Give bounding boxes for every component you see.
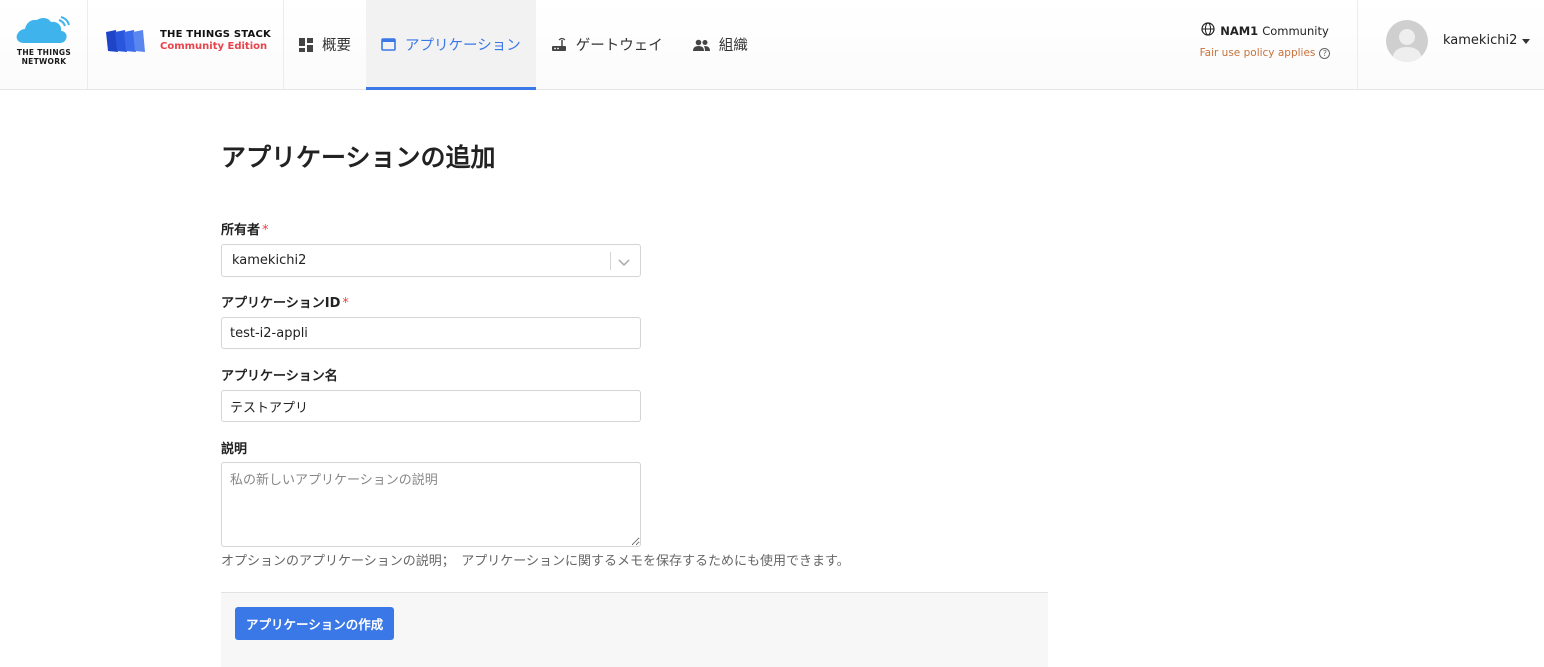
nav-item-overview[interactable]: 概要 — [284, 0, 366, 89]
fair-use-link[interactable]: Fair use policy applies ? — [1190, 47, 1340, 59]
nav-item-applications[interactable]: アプリケーション — [366, 0, 536, 90]
people-icon — [692, 39, 710, 51]
ttn-logo-line2: NETWORK — [21, 57, 67, 66]
app-id-label-text: アプリケーションID — [221, 296, 341, 311]
page-title: アプリケーションの追加 — [221, 143, 496, 172]
submit-bar: アプリケーションの作成 — [221, 592, 1048, 667]
gateway-icon — [551, 37, 567, 52]
caret-down-icon — [1522, 39, 1530, 44]
description-label: 説明 — [221, 442, 248, 457]
username: kamekichi2 — [1443, 33, 1518, 48]
globe-icon — [1201, 22, 1215, 39]
ttn-logo-line1: THE THINGS — [16, 48, 72, 57]
nav-item-organizations[interactable]: 組織 — [678, 0, 763, 89]
cluster-suffix: Community — [1262, 23, 1329, 38]
user-menu[interactable]: kamekichi2 — [1357, 0, 1544, 89]
main-nav: 概要 アプリケーション ゲートウェイ 組織 — [284, 0, 763, 90]
required-mark: * — [262, 223, 269, 238]
tts-edition: Community Edition — [160, 41, 268, 52]
cluster-info: NAM1 Community Fair use policy applies ? — [1190, 22, 1340, 59]
description-hint: オプションのアプリケーションの説明； アプリケーションに関するメモを保存するため… — [221, 554, 850, 569]
owner-label-text: 所有者 — [221, 223, 261, 238]
nav-item-label: ゲートウェイ — [575, 38, 663, 54]
tts-title: THE THINGS STACK — [160, 29, 271, 40]
app-id-input[interactable] — [221, 317, 641, 349]
nav-item-gateways[interactable]: ゲートウェイ — [536, 0, 678, 89]
chevron-down-icon — [618, 256, 630, 271]
nav-item-label: アプリケーション — [405, 38, 521, 54]
required-mark: * — [342, 296, 349, 311]
create-application-button[interactable]: アプリケーションの作成 — [235, 607, 395, 640]
app-id-label: アプリケーションID * — [221, 292, 349, 311]
avatar — [1386, 20, 1428, 62]
application-icon — [381, 38, 396, 51]
owner-select-value: kamekichi2 — [232, 253, 307, 268]
top-header: THE THINGS NETWORK THE THINGS STACK Comm… — [0, 0, 1544, 90]
owner-select[interactable]: kamekichi2 — [221, 244, 641, 277]
description-textarea[interactable] — [221, 462, 641, 547]
tts-logo[interactable]: THE THINGS STACK Community Edition — [88, 0, 284, 89]
nav-item-label: 概要 — [322, 38, 351, 54]
app-name-label: アプリケーション名 — [221, 369, 338, 384]
owner-label: 所有者 * — [221, 219, 269, 238]
cloud-icon — [16, 16, 70, 43]
app-name-input[interactable] — [221, 390, 641, 422]
help-icon: ? — [1319, 47, 1331, 59]
ttn-logo[interactable]: THE THINGS NETWORK — [0, 0, 88, 89]
dashboard-icon — [299, 37, 313, 52]
select-divider — [610, 252, 611, 270]
fair-use-text: Fair use policy applies — [1199, 47, 1316, 59]
nav-item-label: 組織 — [718, 38, 748, 54]
stack-logo-icon — [106, 30, 145, 52]
cluster-name: NAM1 — [1220, 23, 1259, 38]
